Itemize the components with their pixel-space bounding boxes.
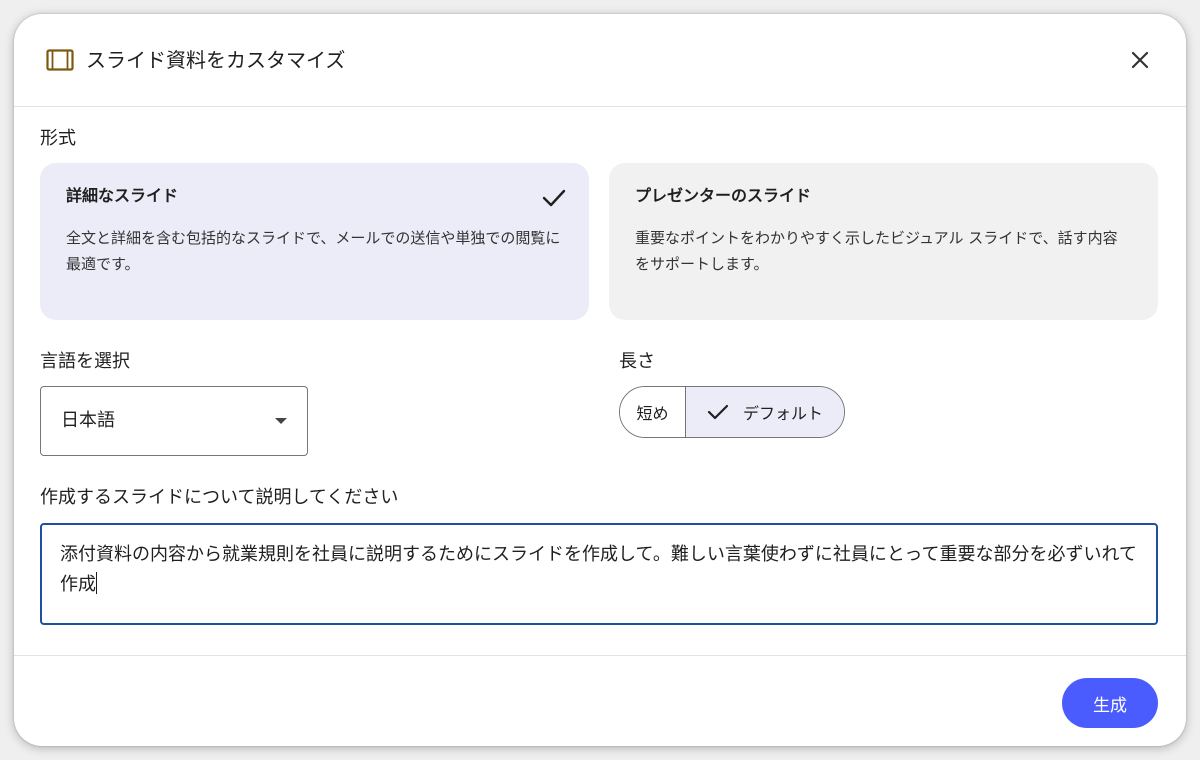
- format-label: 形式: [40, 128, 76, 149]
- format-option-title: 詳細なスライド: [66, 186, 179, 205]
- dialog-title: スライド資料をカスタマイズ: [86, 48, 346, 72]
- close-icon: [1131, 51, 1149, 69]
- format-option-detailed[interactable]: 詳細なスライド 全文と詳細を含む包括的なスライドで、メールでの送信や単独での閲覧…: [40, 163, 589, 320]
- text-caret: [96, 572, 97, 594]
- format-option-description: 全文と詳細を含む包括的なスライドで、メールでの送信や単独での閲覧に最適です。: [66, 229, 561, 273]
- length-option-default[interactable]: デフォルト: [686, 387, 844, 437]
- generate-button[interactable]: 生成: [1062, 678, 1158, 728]
- length-option-label: 短め: [636, 404, 669, 423]
- customize-slides-dialog: スライド資料をカスタマイズ 形式 詳細なスライド 全文と詳細を含む包括的なスライ…: [14, 14, 1186, 746]
- slides-icon: [46, 49, 74, 71]
- dropdown-arrow-icon: [275, 418, 287, 424]
- length-option-label: デフォルト: [742, 404, 823, 423]
- dialog-footer: 生成: [14, 655, 1186, 746]
- length-option-short[interactable]: 短め: [620, 387, 686, 437]
- dialog-header: スライド資料をカスタマイズ: [14, 14, 1186, 107]
- checkmark-icon: [542, 189, 566, 207]
- language-select[interactable]: 日本語: [40, 386, 308, 456]
- checkmark-icon: [707, 404, 729, 420]
- length-segmented-control: 短め デフォルト: [619, 386, 845, 438]
- format-option-description: 重要なポイントをわかりやすく示したビジュアル スライドで、話す内容をサポートしま…: [635, 229, 1118, 273]
- language-label: 言語を選択: [40, 351, 130, 372]
- format-option-title: プレゼンターのスライド: [635, 186, 812, 205]
- format-option-presenter[interactable]: プレゼンターのスライド 重要なポイントをわかりやすく示したビジュアル スライドで…: [609, 163, 1158, 320]
- close-button[interactable]: [1124, 44, 1156, 76]
- description-textarea[interactable]: 添付資料の内容から就業規則を社員に説明するためにスライドを作成して。難しい言葉使…: [40, 523, 1158, 625]
- description-label: 作成するスライドについて説明してください: [40, 487, 399, 508]
- language-select-value: 日本語: [61, 410, 115, 431]
- length-label: 長さ: [619, 351, 655, 372]
- description-text: 添付資料の内容から就業規則を社員に説明するためにスライドを作成して。難しい言葉使…: [60, 544, 1137, 595]
